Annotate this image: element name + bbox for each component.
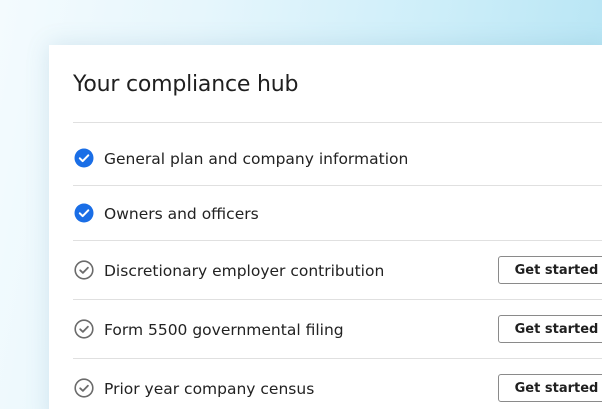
item-label: Owners and officers — [104, 205, 259, 223]
item-label: General plan and company information — [104, 150, 409, 168]
check-circle-filled-icon — [74, 148, 94, 168]
list-item-general-plan: General plan and company information — [73, 123, 602, 185]
get-started-button[interactable]: Get started — [498, 374, 602, 402]
check-circle-outline-icon — [74, 260, 94, 280]
item-label: Discretionary employer contribution — [104, 262, 385, 280]
check-circle-outline-icon — [74, 378, 94, 398]
check-circle-outline-icon — [74, 319, 94, 339]
check-circle-filled-icon — [74, 203, 94, 223]
item-label: Prior year company census — [104, 380, 315, 398]
list-item-discretionary-contribution: Discretionary employer contribution Get … — [73, 241, 602, 299]
get-started-button[interactable]: Get started — [498, 315, 602, 343]
list-item-form-5500: Form 5500 governmental filing Get starte… — [73, 300, 602, 358]
page-title: Your compliance hub — [73, 72, 299, 97]
list-item-owners-officers: Owners and officers — [73, 186, 602, 240]
compliance-hub-card: Your compliance hub General plan and com… — [49, 45, 602, 409]
list-item-prior-year-census: Prior year company census Get started — [73, 359, 602, 409]
item-label: Form 5500 governmental filing — [104, 321, 344, 339]
get-started-button[interactable]: Get started — [498, 256, 602, 284]
